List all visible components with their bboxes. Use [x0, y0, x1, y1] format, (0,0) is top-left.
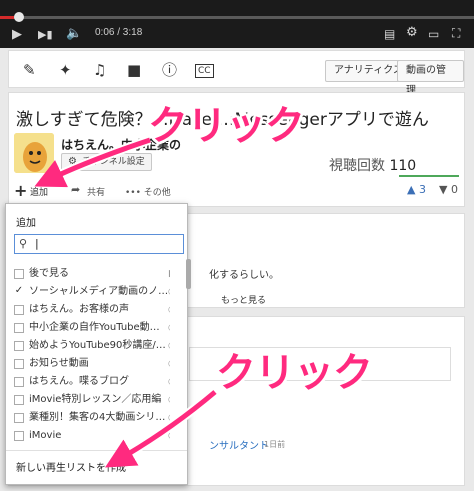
click-annotation-1: クリック: [148, 103, 305, 149]
arrow-to-add-button-line: [34, 137, 151, 188]
click-annotation-2: クリック: [216, 350, 373, 396]
annotation-arrows: [34, 135, 218, 468]
